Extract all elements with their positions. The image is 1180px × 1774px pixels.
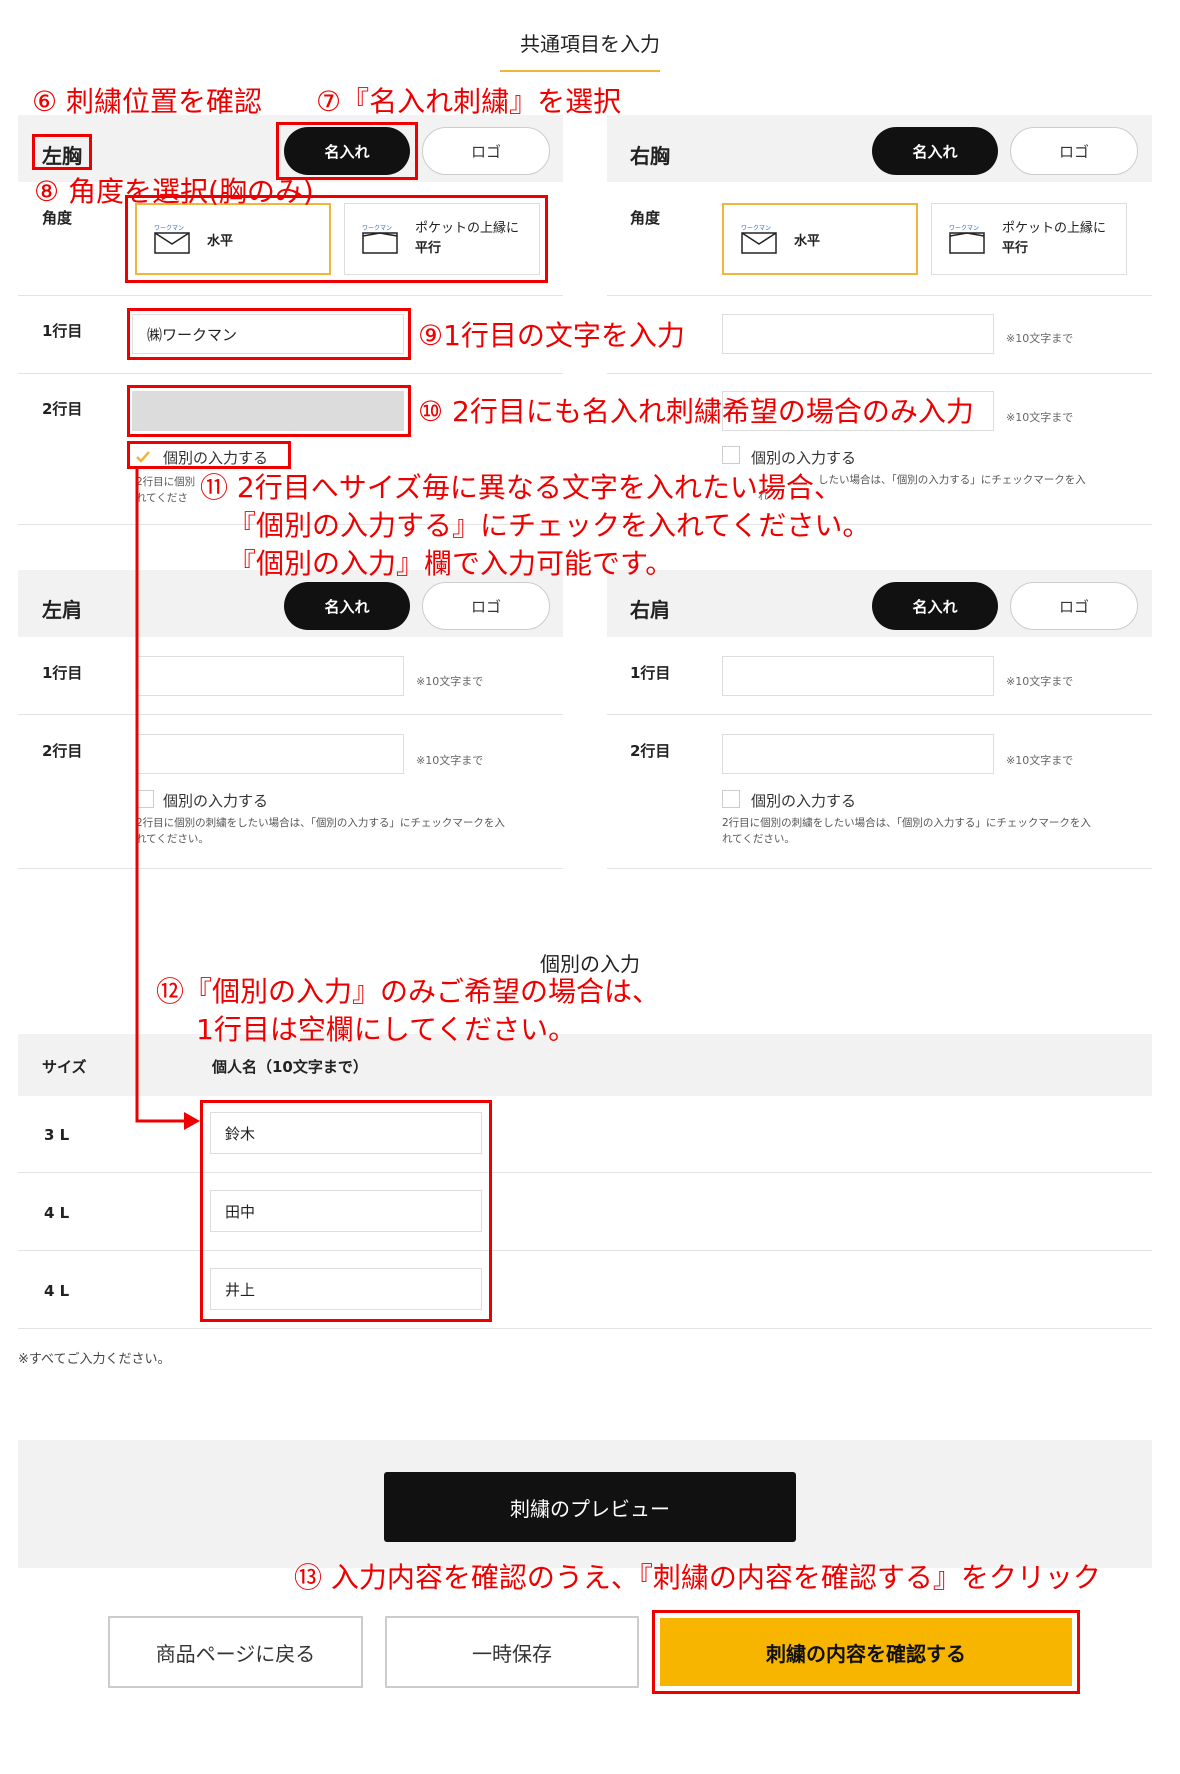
annotation-10: ⑩ 2行目にも名入れ刺繍希望の場合のみ入力: [418, 395, 974, 428]
annotation-11-line3: 『個別の入力』欄で入力可能です。: [228, 547, 674, 580]
annotation-12-line1: ⑫『個別の入力』のみご希望の場合は、: [156, 975, 661, 1008]
annotation-7: ⑦『名入れ刺繍』を選択: [316, 85, 622, 118]
annotation-arrow-icon: [135, 469, 200, 1130]
annotation-11-line1: ⑪ 2行目へサイズ毎に異なる文字を入れたい場合、: [200, 471, 842, 504]
annotation-6: ⑥ 刺繍位置を確認: [32, 85, 263, 118]
annotation-12-line2: 1行目は空欄にしてください。: [196, 1013, 577, 1046]
annotation-9: ⑨1行目の文字を入力: [418, 319, 685, 352]
annotation-11-line2: 『個別の入力する』にチェックを入れてください。: [228, 509, 871, 542]
annotation-8: ⑧ 角度を選択(胸のみ): [34, 175, 314, 208]
annotation-13: ⑬ 入力内容を確認のうえ、『刺繍の内容を確認する』をクリック: [294, 1561, 1101, 1594]
